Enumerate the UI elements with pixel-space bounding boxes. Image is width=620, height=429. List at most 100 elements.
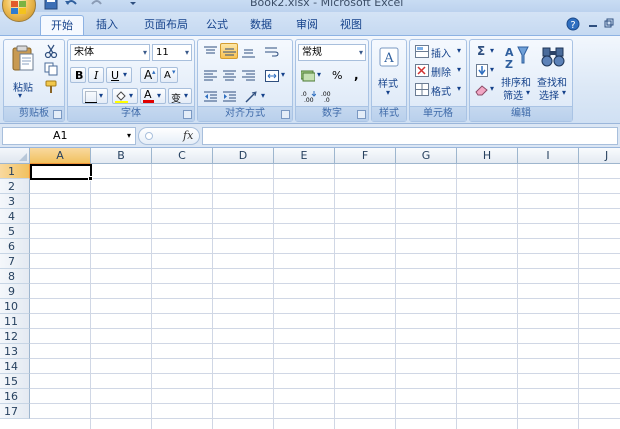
row-header[interactable]: 16 <box>0 389 30 404</box>
row-header[interactable]: 7 <box>0 254 30 269</box>
autosum-button[interactable]: Σ ▾ <box>472 42 498 60</box>
row-header[interactable]: 11 <box>0 314 30 329</box>
tab-page-layout[interactable]: 页面布局 <box>134 15 198 36</box>
row-header[interactable]: 13 <box>0 344 30 359</box>
row-header[interactable]: 9 <box>0 284 30 299</box>
row-header[interactable]: 17 <box>0 404 30 419</box>
number-launcher-icon[interactable] <box>357 110 366 119</box>
paste-button[interactable]: 粘贴 ▾ <box>7 42 37 102</box>
help-icon[interactable]: ? <box>566 17 580 31</box>
decrease-indent-button[interactable] <box>201 88 219 104</box>
row-header[interactable]: 14 <box>0 359 30 374</box>
borders-button[interactable]: ▾ <box>82 88 108 104</box>
fill-handle[interactable] <box>88 176 93 181</box>
insert-function-icon[interactable]: fx <box>183 129 193 142</box>
percent-label: % <box>332 69 343 82</box>
row-header[interactable]: 15 <box>0 374 30 389</box>
qat-customize-icon[interactable] <box>126 0 140 10</box>
tab-view[interactable]: 视图 <box>334 15 368 36</box>
tab-home[interactable]: 开始 <box>40 15 84 36</box>
format-cells-button[interactable]: 格式 ▾ <box>412 80 466 98</box>
fill-color-button[interactable]: ▾ <box>112 88 138 104</box>
column-header-b[interactable]: B <box>91 148 152 164</box>
align-right-button[interactable] <box>239 67 257 83</box>
column-header-c[interactable]: C <box>152 148 213 164</box>
redo-icon[interactable] <box>90 0 104 10</box>
ribbon-restore-icon[interactable] <box>604 18 614 28</box>
underline-button[interactable]: U ▾ <box>106 67 132 83</box>
sort-filter-label-2: 筛选 <box>503 91 523 102</box>
row-header[interactable]: 12 <box>0 329 30 344</box>
wrap-text-button[interactable] <box>262 43 282 59</box>
styles-button[interactable]: A 样式 ▾ <box>374 42 404 102</box>
increase-decimal-button[interactable]: .0 .00 <box>299 88 317 104</box>
number-format-select[interactable]: 常规 ▾ <box>298 44 366 61</box>
row-header[interactable]: 3 <box>0 194 30 209</box>
cut-icon[interactable] <box>44 44 58 58</box>
bold-button[interactable]: B <box>70 67 86 83</box>
active-cell[interactable] <box>30 164 92 180</box>
column-header-h[interactable]: H <box>457 148 518 164</box>
font-name-select[interactable]: 宋体 ▾ <box>70 44 150 61</box>
accounting-format-button[interactable]: ▾ <box>298 67 324 83</box>
grow-font-button[interactable]: A ▴ <box>140 67 158 83</box>
save-icon[interactable] <box>44 0 58 10</box>
italic-button[interactable]: I <box>88 67 104 83</box>
column-header-i[interactable]: I <box>518 148 579 164</box>
font-launcher-icon[interactable] <box>183 110 192 119</box>
row-header[interactable]: 6 <box>0 239 30 254</box>
chevron-down-icon: ▾ <box>490 65 495 74</box>
tab-data[interactable]: 数据 <box>244 15 278 36</box>
font-size-select[interactable]: 11 ▾ <box>152 44 192 61</box>
clear-button[interactable]: ▾ <box>472 80 498 98</box>
clipboard-launcher-icon[interactable] <box>53 110 62 119</box>
delete-cells-button[interactable]: 删除 ▾ <box>412 61 466 79</box>
column-header-g[interactable]: G <box>396 148 457 164</box>
column-header-j[interactable]: J <box>579 148 620 164</box>
format-painter-icon[interactable] <box>44 80 58 94</box>
merge-center-button[interactable]: ▾ <box>262 67 288 83</box>
column-header-e[interactable]: E <box>274 148 335 164</box>
number-format-value: 常规 <box>302 47 322 58</box>
align-bottom-button[interactable] <box>239 43 257 59</box>
align-middle-button[interactable] <box>220 43 238 59</box>
orientation-button[interactable]: ▾ <box>242 88 268 104</box>
fill-button[interactable]: ▾ <box>472 61 498 79</box>
decrease-decimal-button[interactable]: .00 .0 <box>319 88 337 104</box>
formula-input[interactable] <box>202 127 618 145</box>
font-name-value: 宋体 <box>74 47 94 58</box>
select-all-button[interactable] <box>0 148 30 164</box>
align-center-button[interactable] <box>220 67 238 83</box>
sort-filter-button[interactable]: A Z 排序和 筛选 ▾ <box>500 42 534 102</box>
row-header[interactable]: 5 <box>0 224 30 239</box>
column-header-d[interactable]: D <box>213 148 274 164</box>
tab-insert[interactable]: 插入 <box>88 15 126 36</box>
column-header-f[interactable]: F <box>335 148 396 164</box>
name-box[interactable]: A1 ▾ <box>2 127 136 145</box>
comma-button[interactable]: , <box>348 67 364 83</box>
phonetic-button[interactable]: 变 ▾ <box>168 88 192 105</box>
tab-formulas[interactable]: 公式 <box>200 15 234 36</box>
font-color-button[interactable]: A ▾ <box>140 88 166 104</box>
row-header[interactable]: 1 <box>0 164 30 179</box>
alignment-launcher-icon[interactable] <box>281 110 290 119</box>
percent-button[interactable]: % <box>328 67 344 83</box>
tab-review[interactable]: 审阅 <box>290 15 324 36</box>
insert-cells-button[interactable]: 插入 ▾ <box>412 42 466 60</box>
ribbon-minimize-icon[interactable] <box>588 20 598 28</box>
find-select-button[interactable]: 查找和 选择 ▾ <box>536 42 570 102</box>
row-header[interactable]: 4 <box>0 209 30 224</box>
row-header[interactable]: 2 <box>0 179 30 194</box>
undo-icon[interactable] <box>64 0 78 10</box>
font-color-swatch <box>143 100 154 103</box>
align-top-button[interactable] <box>201 43 219 59</box>
align-left-button[interactable] <box>201 67 219 83</box>
cell-area[interactable] <box>30 164 620 429</box>
copy-icon[interactable] <box>44 62 58 76</box>
increase-indent-button[interactable] <box>220 88 238 104</box>
column-header-a[interactable]: A <box>30 148 91 164</box>
row-header[interactable]: 8 <box>0 269 30 284</box>
shrink-font-button[interactable]: A ▾ <box>160 67 178 83</box>
row-header[interactable]: 10 <box>0 299 30 314</box>
merge-center-icon <box>265 70 279 82</box>
